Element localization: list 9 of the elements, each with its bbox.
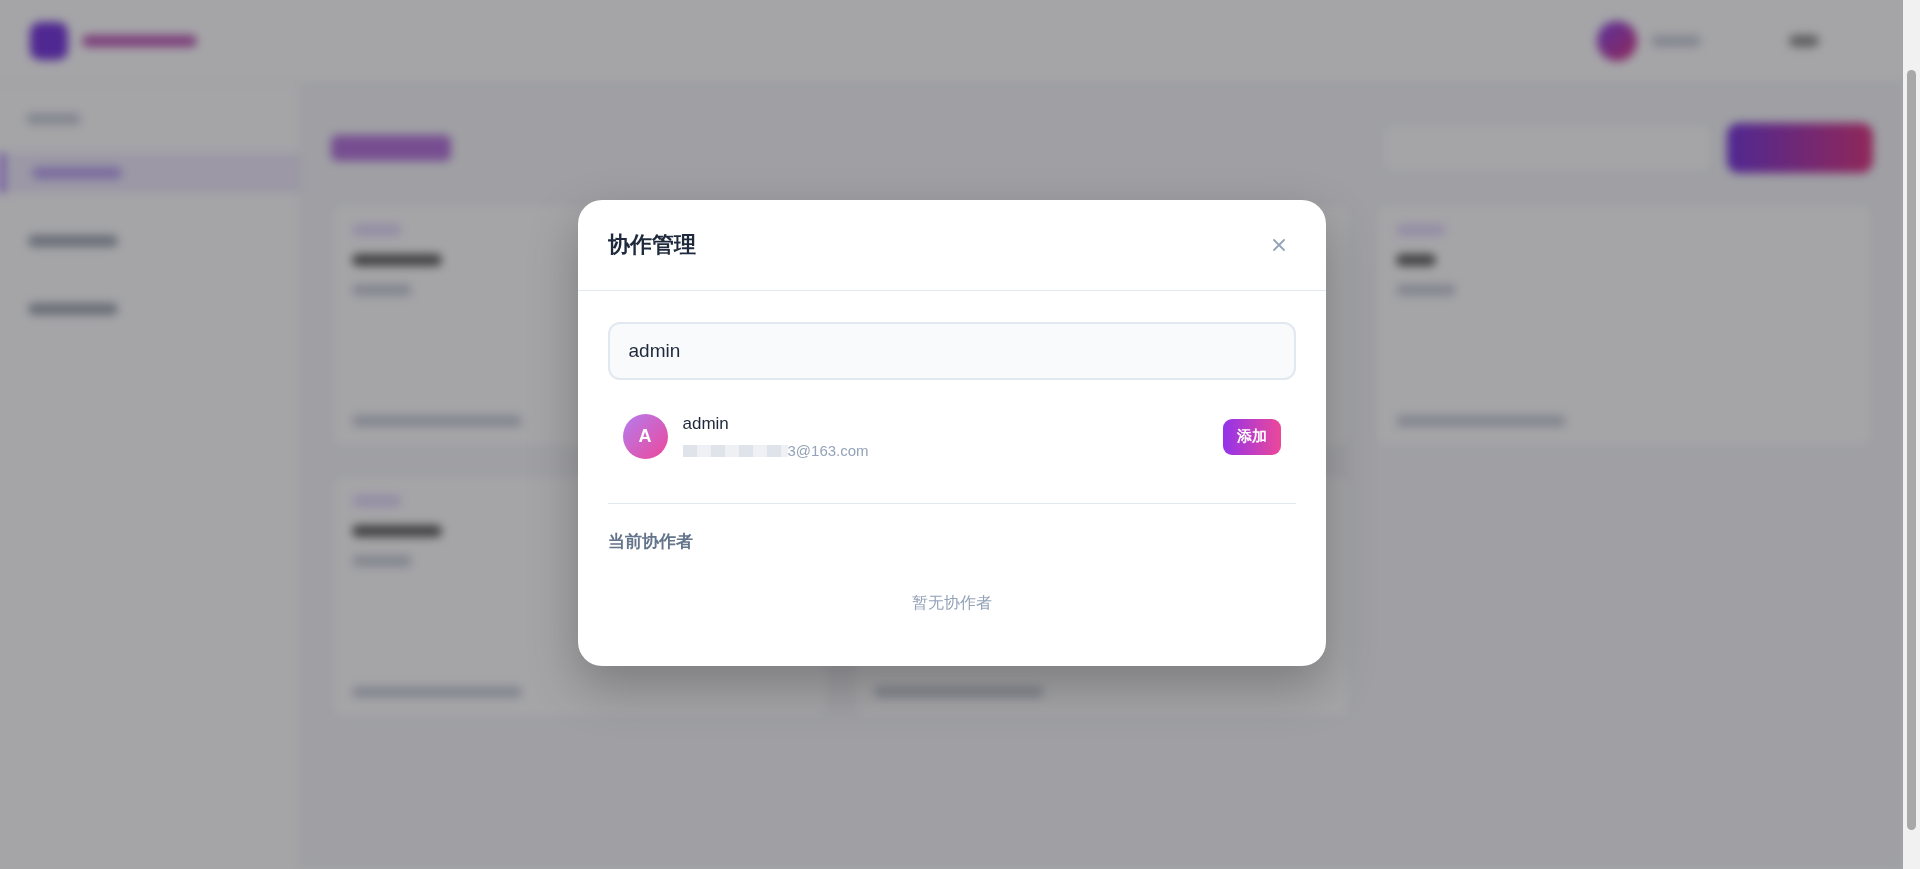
user-email: 3@163.com (787, 442, 869, 459)
dialog-title: 协作管理 (607, 231, 696, 259)
search-field[interactable]: admin (607, 322, 1296, 380)
user-name: admin (682, 414, 729, 434)
empty-message: 暂无协作者 (911, 594, 992, 611)
add-button[interactable]: 添加 (1222, 418, 1281, 455)
section-title: 当前协作者 (607, 531, 693, 553)
user-avatar: A (622, 414, 668, 459)
scrollbar[interactable] (1903, 0, 1920, 869)
